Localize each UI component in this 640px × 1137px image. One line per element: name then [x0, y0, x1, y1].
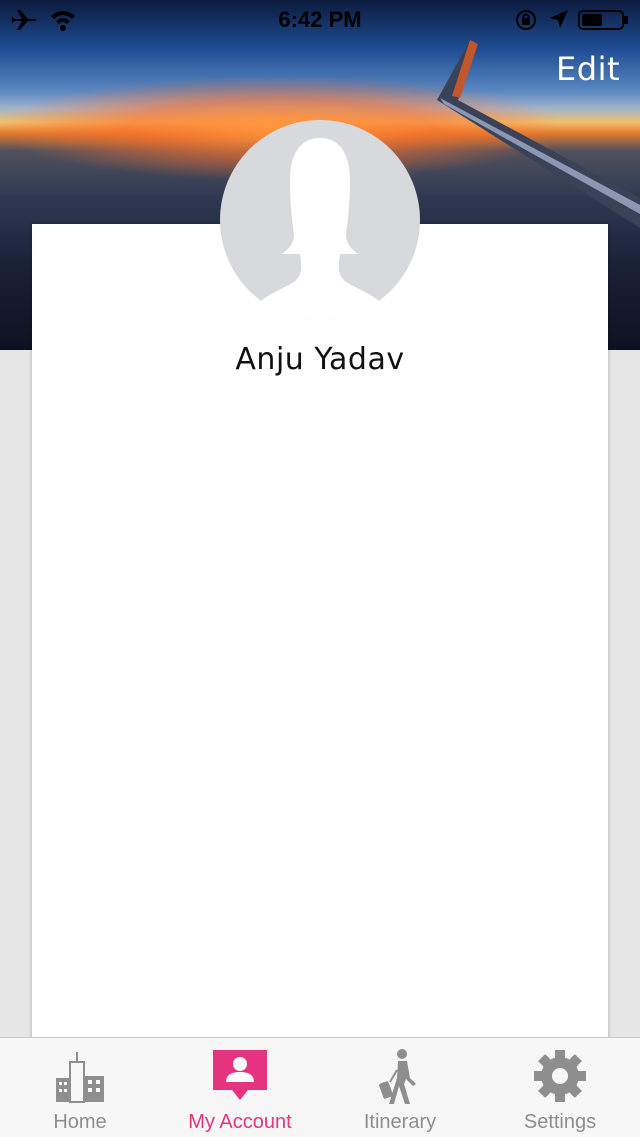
- orientation-lock-icon: [514, 8, 538, 37]
- location-icon: [548, 8, 570, 37]
- traveler-icon: [379, 1049, 416, 1104]
- edit-button[interactable]: Edit: [556, 50, 620, 88]
- profile-avatar[interactable]: [220, 120, 420, 320]
- status-bar: 6:42 PM: [0, 0, 640, 40]
- tab-home[interactable]: Home: [0, 1038, 160, 1137]
- profile-name: Anju Yadav: [235, 342, 405, 377]
- tab-settings-label: Settings: [523, 1111, 597, 1133]
- tab-itinerary-label: Itinerary: [363, 1111, 437, 1133]
- account-icon: [213, 1050, 267, 1100]
- city-icon: [56, 1052, 104, 1103]
- status-time: 6:42 PM: [278, 7, 362, 32]
- tab-itinerary[interactable]: Itinerary: [320, 1038, 480, 1137]
- tab-home-label: Home: [53, 1111, 107, 1133]
- tab-bar: Home My Account Itinerary Settings: [0, 1037, 640, 1137]
- tab-settings[interactable]: Settings: [480, 1038, 640, 1137]
- battery-icon: [578, 8, 630, 37]
- tab-my-account[interactable]: My Account: [160, 1038, 320, 1137]
- tab-my-account-label: My Account: [188, 1111, 292, 1133]
- user-silhouette-icon: [256, 138, 384, 320]
- gear-icon: [534, 1050, 586, 1102]
